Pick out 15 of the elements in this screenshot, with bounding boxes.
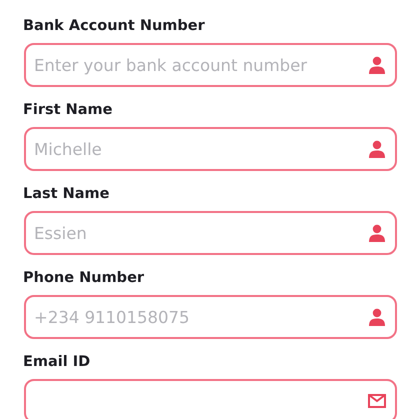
field-label: Phone Number: [23, 269, 146, 288]
input-field[interactable]: +234 9110158075: [24, 295, 397, 339]
person-icon: [367, 55, 387, 75]
person-icon: [367, 139, 387, 159]
field-label: First Name: [23, 101, 114, 120]
person-icon: [367, 307, 387, 327]
field-label: Last Name: [23, 185, 110, 204]
field-label: Email ID: [23, 353, 92, 372]
input-field[interactable]: [24, 379, 397, 419]
person-icon: [367, 223, 387, 243]
input-field[interactable]: Essien: [24, 211, 397, 255]
input-field[interactable]: Michelle: [24, 127, 397, 171]
mail-icon: [367, 391, 387, 411]
input-field[interactable]: Enter your bank account number: [24, 43, 397, 87]
field-label: Bank Account Number: [23, 17, 206, 36]
